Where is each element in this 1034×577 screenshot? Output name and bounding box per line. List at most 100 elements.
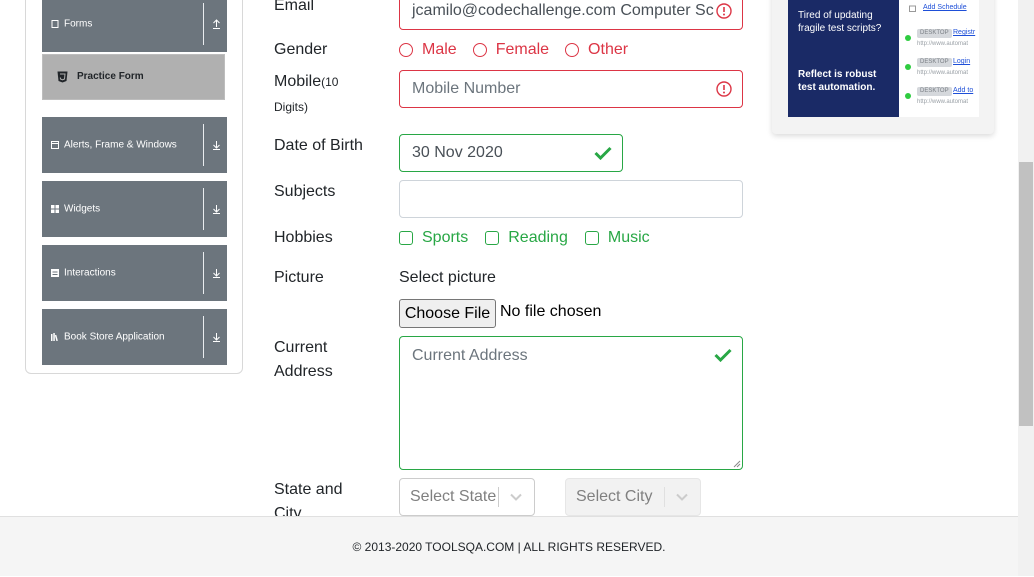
mobile-label-hint2: Digits)	[274, 100, 309, 114]
sidebar-item-label: Practice Form	[77, 71, 144, 82]
hobby-music-checkbox[interactable]: Music	[584, 229, 650, 247]
hobby-reading-checkbox[interactable]: Reading	[485, 229, 568, 247]
window-icon	[51, 141, 59, 149]
books-icon	[51, 333, 58, 341]
check-icon	[714, 348, 732, 362]
city-select[interactable]: Select City	[565, 478, 701, 516]
dob-value: 30 Nov 2020	[412, 144, 503, 161]
divider	[203, 252, 204, 294]
sidebar-group-label: Forms	[64, 18, 93, 30]
grid-icon	[51, 205, 59, 213]
status-dot	[905, 35, 911, 41]
address-label-line2: Address	[274, 363, 333, 380]
ad-row-url: http://www.automat	[917, 41, 969, 47]
divider	[203, 124, 204, 166]
email-field[interactable]: jcamilo@codechallenge.com Computer Sc	[399, 0, 743, 30]
sidebar-group-alerts[interactable]: Alerts, Frame & Windows	[42, 117, 227, 173]
radio-circle[interactable]	[472, 43, 487, 57]
footer-copyright: © 2013-2020 TOOLSQA.COM | ALL RIGHTS RES…	[352, 540, 666, 554]
state-select[interactable]: Select State	[399, 478, 535, 516]
email-value: jcamilo@codechallenge.com Computer Sc	[412, 2, 714, 19]
radio-label: Female	[495, 41, 550, 58]
error-icon	[716, 3, 732, 19]
city-placeholder: Select City	[576, 488, 653, 505]
address-label: Current	[274, 339, 328, 356]
hobbies-options: Sports Reading Music	[399, 228, 667, 248]
chevron-down-icon	[676, 493, 688, 501]
checkbox-label: Sports	[422, 229, 469, 246]
sidebar-item-practice-form[interactable]: Practice Form	[42, 54, 225, 100]
state-placeholder: Select State	[410, 488, 497, 505]
file-status: No file chosen	[500, 303, 602, 320]
sidebar-group-widgets[interactable]: Widgets	[42, 181, 227, 237]
gender-female-radio[interactable]: Female	[472, 41, 550, 59]
sidebar-group-label: Interactions	[64, 267, 116, 279]
divider	[203, 188, 204, 230]
ad-row-badge: DESKTOP	[917, 58, 952, 67]
sidebar-group-label: Widgets	[64, 203, 101, 215]
sidebar-group-label: Alerts, Frame & Windows	[64, 139, 177, 151]
scrollbar-thumb[interactable]	[1019, 162, 1033, 426]
checkbox-box[interactable]	[485, 231, 500, 245]
sidebar-group-forms[interactable]: Forms	[42, 0, 227, 52]
checkbox-box[interactable]	[584, 231, 599, 245]
ad-tagline: Reflect is robust test automation.	[798, 69, 877, 93]
email-label: Email	[274, 0, 315, 14]
calendar-icon	[909, 5, 916, 12]
check-icon	[594, 146, 612, 160]
list-icon	[51, 269, 59, 277]
dob-field[interactable]: 30 Nov 2020	[399, 134, 623, 172]
ad-row: Add Schedule	[899, 1, 979, 15]
html5-icon	[57, 71, 68, 83]
ad-row-link: Add Schedule	[923, 4, 967, 11]
dob-label: Date of Birth	[274, 137, 363, 154]
select-picture-caption: Select picture	[399, 269, 496, 286]
resize-handle-icon[interactable]	[733, 460, 741, 468]
mobile-label: Mobile(10	[274, 70, 338, 94]
chevron-down-icon	[510, 493, 522, 501]
divider	[664, 487, 665, 507]
ad-row-badge: DESKTOP	[917, 29, 952, 38]
error-icon	[716, 81, 732, 97]
page-footer: © 2013-2020 TOOLSQA.COM | ALL RIGHTS RES…	[0, 516, 1018, 576]
gender-male-radio[interactable]: Male	[399, 41, 457, 59]
gender-other-radio[interactable]: Other	[565, 41, 628, 59]
mobile-label-hint-line: Digits)	[274, 95, 308, 119]
ad-row-url: http://www.automat	[917, 99, 969, 105]
file-icon	[51, 20, 59, 28]
subjects-label: Subjects	[274, 183, 336, 200]
ad-row-link: Login	[953, 58, 971, 65]
address-placeholder: Current Address	[412, 347, 528, 364]
choose-file-button[interactable]: Choose File	[399, 299, 496, 328]
radio-circle[interactable]	[399, 43, 413, 57]
radio-label: Male	[422, 41, 457, 58]
current-address-textarea[interactable]: Current Address	[399, 336, 743, 470]
radio-circle[interactable]	[565, 43, 580, 57]
mobile-label-text: Mobile	[274, 73, 322, 90]
hobbies-label: Hobbies	[274, 229, 333, 246]
picture-label: Picture	[274, 269, 324, 286]
divider	[498, 487, 499, 507]
hobby-sports-checkbox[interactable]: Sports	[399, 229, 468, 247]
ad-row-badge: DESKTOP	[917, 87, 952, 96]
sidebar-group-book-store[interactable]: Book Store Application	[42, 309, 227, 365]
ad-row-link: Registr	[953, 29, 976, 36]
expand-arrow-icon	[213, 205, 220, 214]
checkbox-box[interactable]	[399, 231, 413, 245]
ad-headline: Tired of updating fragile test scripts?	[798, 10, 882, 34]
ad-row-url: http://www.automat	[917, 70, 969, 76]
status-dot	[905, 93, 911, 99]
subjects-input[interactable]	[399, 180, 743, 218]
mobile-label-hint: (10	[321, 75, 339, 89]
mobile-field[interactable]: Mobile Number	[399, 70, 743, 108]
checkbox-label: Reading	[508, 229, 568, 246]
ad-row: DESKTOP Login http://www.automat	[899, 55, 979, 83]
ad-preview-panel: Add Schedule DESKTOP Registr http://www.…	[899, 0, 979, 117]
collapse-arrow-icon	[213, 19, 220, 29]
expand-arrow-icon	[213, 333, 220, 342]
ad-row: DESKTOP Add to http://www.automat	[899, 84, 979, 112]
sidebar-group-interactions[interactable]: Interactions	[42, 245, 227, 301]
expand-arrow-icon	[213, 269, 220, 278]
ad-text-panel[interactable]: Tired of updating fragile test scripts? …	[788, 0, 899, 117]
gender-options: Male Female Other	[399, 40, 644, 60]
